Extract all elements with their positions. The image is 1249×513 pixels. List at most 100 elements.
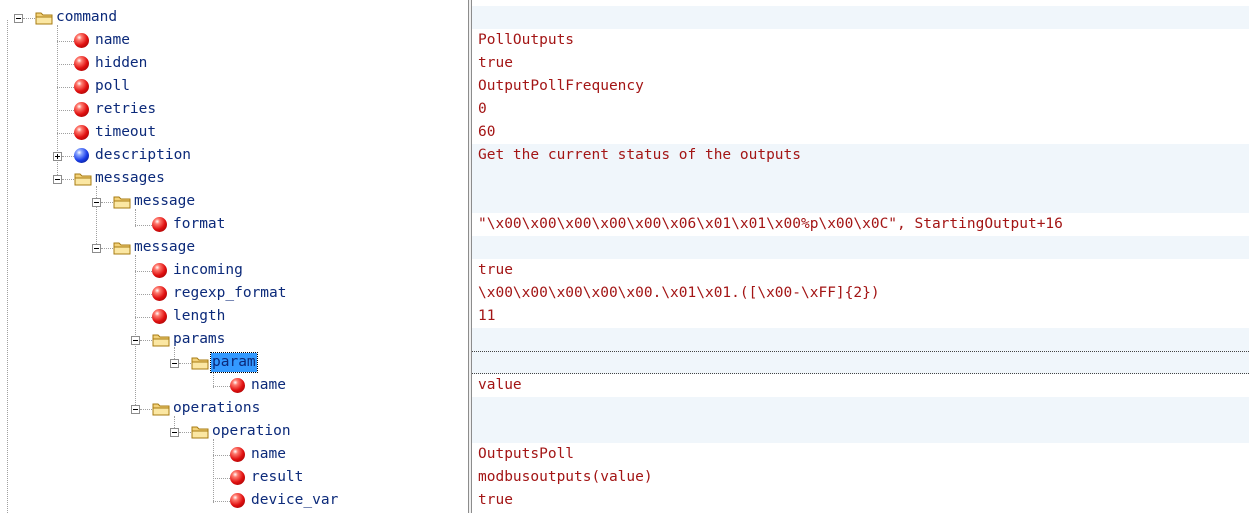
tree-node-label[interactable]: retries xyxy=(94,100,157,119)
value-cell[interactable] xyxy=(472,397,1249,420)
value-cell[interactable]: OutputsPoll xyxy=(472,443,1249,466)
tree-node-label[interactable]: incoming xyxy=(172,261,244,280)
tree-node-label[interactable]: poll xyxy=(94,77,131,96)
tree-node-label[interactable]: hidden xyxy=(94,54,148,73)
values-pane[interactable]: PollOutputs true OutputPollFrequency 0 60 Get… xyxy=(472,0,1249,513)
tree-node-label[interactable]: param xyxy=(210,352,258,373)
tree-branch-line xyxy=(140,340,152,341)
tree-node-label[interactable]: name xyxy=(94,31,131,50)
value-cell[interactable]: PollOutputs xyxy=(472,29,1249,52)
tree-row-message[interactable]: message xyxy=(0,236,468,259)
value-cell[interactable]: 11 xyxy=(472,305,1249,328)
tree-row-operation[interactable]: operation xyxy=(0,420,468,443)
tree-row-hidden[interactable]: hidden xyxy=(0,52,468,75)
tree-row-length[interactable]: length xyxy=(0,305,468,328)
red-attribute-icon xyxy=(152,309,167,324)
red-attribute-icon xyxy=(152,263,167,278)
value-cell[interactable]: OutputPollFrequency xyxy=(472,75,1249,98)
value-cell[interactable] xyxy=(472,167,1249,190)
value-cell[interactable] xyxy=(472,328,1249,351)
collapse-icon[interactable] xyxy=(92,244,101,253)
value-cell[interactable] xyxy=(472,190,1249,213)
tree-row-param[interactable]: param xyxy=(0,351,468,374)
tree-branch-line xyxy=(213,455,230,456)
tree-node-label[interactable]: name xyxy=(250,376,287,395)
collapse-icon[interactable] xyxy=(53,175,62,184)
tree-node-label[interactable]: message xyxy=(133,238,196,257)
tree-row-name[interactable]: name xyxy=(0,29,468,52)
tree-node-label[interactable]: format xyxy=(172,215,226,234)
tree-row-incoming[interactable]: incoming xyxy=(0,259,468,282)
tree-row-device-var[interactable]: device_var xyxy=(0,489,468,512)
tree-row-messages[interactable]: messages xyxy=(0,167,468,190)
tree-row-poll[interactable]: poll xyxy=(0,75,468,98)
tree-node-label[interactable]: command xyxy=(55,8,118,27)
tree-branch-line xyxy=(179,363,191,364)
value-cell[interactable]: value xyxy=(472,374,1249,397)
tree-row-timeout[interactable]: timeout xyxy=(0,121,468,144)
folder-icon xyxy=(191,426,209,439)
folder-icon xyxy=(191,357,209,370)
value-cell[interactable]: true xyxy=(472,52,1249,75)
tree-branch-line xyxy=(213,478,230,479)
value-cell[interactable] xyxy=(472,236,1249,259)
red-attribute-icon xyxy=(230,470,245,485)
tree-row-command[interactable]: command xyxy=(0,6,468,29)
tree-row-operations[interactable]: operations xyxy=(0,397,468,420)
value-cell[interactable]: modbusoutputs(value) xyxy=(472,466,1249,489)
tree-row-format[interactable]: format xyxy=(0,213,468,236)
tree-node-label[interactable]: device_var xyxy=(250,491,339,510)
tree-node-label[interactable]: operation xyxy=(211,422,292,441)
tree-row-description[interactable]: description xyxy=(0,144,468,167)
collapse-icon[interactable] xyxy=(14,14,23,23)
tree-row-result[interactable]: result xyxy=(0,466,468,489)
collapse-icon[interactable] xyxy=(170,359,179,368)
tree-branch-line xyxy=(23,18,35,19)
tree-node-label[interactable]: regexp_format xyxy=(172,284,288,303)
tree-row-message[interactable]: message xyxy=(0,190,468,213)
tree-node-label[interactable]: description xyxy=(94,146,192,165)
tree-branch-line xyxy=(101,202,113,203)
collapse-icon[interactable] xyxy=(131,405,140,414)
tree-branch-line xyxy=(213,501,230,502)
tree-branch-line xyxy=(135,225,152,226)
tree-branch-line xyxy=(57,41,74,42)
collapse-icon[interactable] xyxy=(170,428,179,437)
value-cell[interactable]: \x00\x00\x00\x00\x00.\x01\x01.([\x00-\xF… xyxy=(472,282,1249,305)
value-cell[interactable]: "\x00\x00\x00\x00\x00\x06\x01\x01\x00%p\… xyxy=(472,213,1249,236)
tree-row-regexp-format[interactable]: regexp_format xyxy=(0,282,468,305)
blue-element-icon xyxy=(74,148,89,163)
value-cell[interactable]: 60 xyxy=(472,121,1249,144)
tree-node-label[interactable]: message xyxy=(133,192,196,211)
tree-node-label[interactable]: operations xyxy=(172,399,261,418)
tree-branch-line xyxy=(140,409,152,410)
value-cell[interactable]: true xyxy=(472,489,1249,512)
value-cell[interactable] xyxy=(472,351,1249,374)
value-cell[interactable]: true xyxy=(472,259,1249,282)
xml-tree-pane[interactable]: command name hidden poll retries timeout descr… xyxy=(0,0,468,513)
red-attribute-icon xyxy=(74,125,89,140)
value-cell[interactable]: Get the current status of the outputs xyxy=(472,144,1249,167)
collapse-icon[interactable] xyxy=(131,336,140,345)
tree-branch-line xyxy=(57,64,74,65)
value-cell[interactable] xyxy=(472,6,1249,29)
tree-node-label[interactable]: result xyxy=(250,468,304,487)
red-attribute-icon xyxy=(152,217,167,232)
collapse-icon[interactable] xyxy=(92,198,101,207)
folder-icon xyxy=(74,173,92,186)
tree-branch-line xyxy=(135,317,152,318)
red-attribute-icon xyxy=(230,447,245,462)
tree-row-name[interactable]: name xyxy=(0,443,468,466)
tree-row-retries[interactable]: retries xyxy=(0,98,468,121)
expand-icon[interactable] xyxy=(53,152,62,161)
value-cell[interactable] xyxy=(472,420,1249,443)
tree-node-label[interactable]: messages xyxy=(94,169,166,188)
tree-node-label[interactable]: timeout xyxy=(94,123,157,142)
folder-icon xyxy=(113,196,131,209)
tree-row-name[interactable]: name xyxy=(0,374,468,397)
tree-node-label[interactable]: params xyxy=(172,330,226,349)
tree-node-label[interactable]: name xyxy=(250,445,287,464)
value-cell[interactable]: 0 xyxy=(472,98,1249,121)
tree-row-params[interactable]: params xyxy=(0,328,468,351)
tree-node-label[interactable]: length xyxy=(172,307,226,326)
